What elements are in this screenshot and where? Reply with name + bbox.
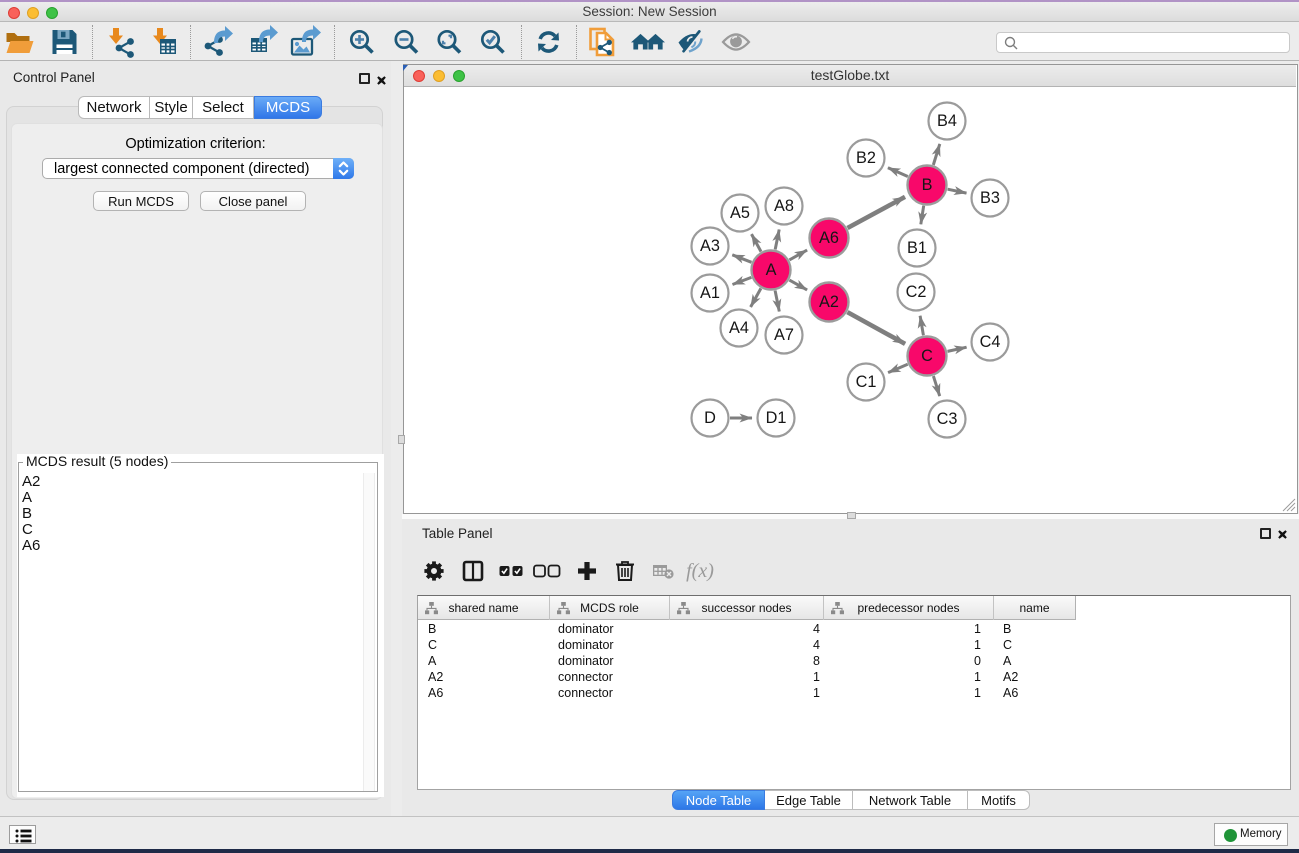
svg-text:B4: B4 — [937, 112, 957, 130]
svg-text:C4: C4 — [980, 333, 1001, 351]
svg-text:C2: C2 — [906, 283, 927, 301]
svg-text:C: C — [921, 347, 933, 365]
svg-text:A3: A3 — [700, 237, 720, 255]
svg-text:A7: A7 — [774, 326, 794, 344]
svg-text:B3: B3 — [980, 189, 1000, 207]
svg-text:A2: A2 — [819, 293, 839, 311]
svg-text:B: B — [922, 176, 933, 194]
svg-text:A1: A1 — [700, 284, 720, 302]
svg-text:B2: B2 — [856, 149, 876, 167]
svg-text:D1: D1 — [766, 409, 787, 427]
svg-text:A8: A8 — [774, 197, 794, 215]
svg-text:B1: B1 — [907, 239, 927, 257]
svg-text:C3: C3 — [937, 410, 958, 428]
svg-text:C1: C1 — [856, 373, 877, 391]
svg-text:f(x): f(x) — [686, 560, 714, 582]
svg-text:D: D — [704, 409, 716, 427]
svg-text:A6: A6 — [819, 229, 839, 247]
svg-text:A: A — [766, 261, 777, 279]
svg-text:A4: A4 — [729, 319, 749, 337]
svg-text:A5: A5 — [730, 204, 750, 222]
